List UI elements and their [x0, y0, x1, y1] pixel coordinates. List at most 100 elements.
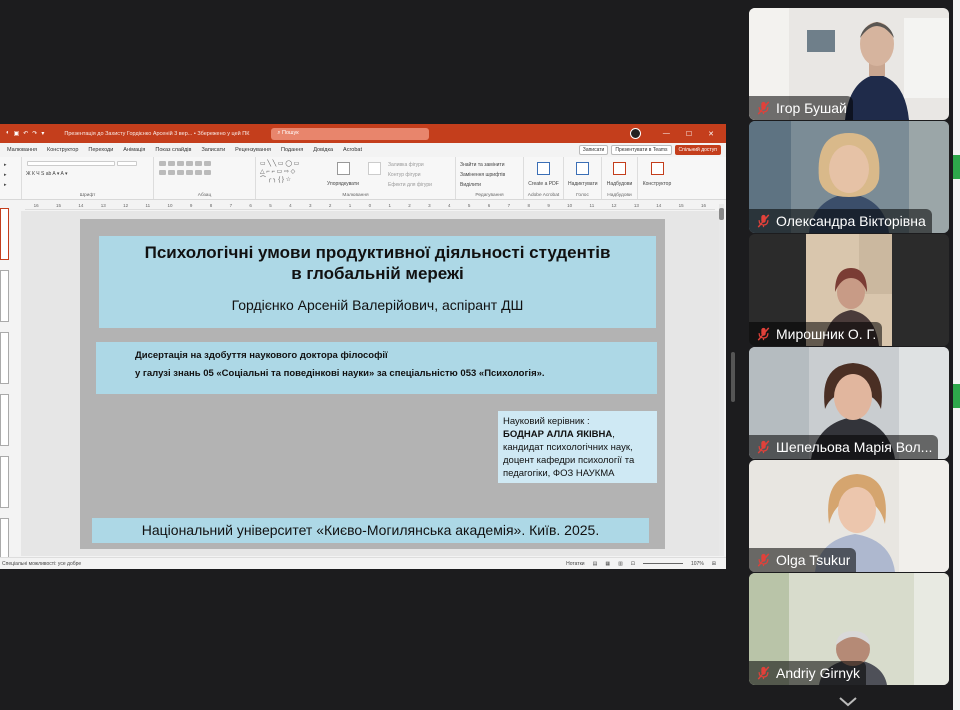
slide-thumbnail[interactable]	[0, 456, 9, 508]
fit-slide-icon[interactable]: ⊞	[712, 561, 716, 567]
select-button[interactable]: Виділити	[460, 180, 519, 190]
participant-tile[interactable]: Andriy Girnyk	[749, 573, 949, 685]
ruler-mark: 7	[229, 203, 233, 208]
editing-group-label: Редагування	[475, 193, 504, 198]
font-format-buttons[interactable]: Ж К Ч S ab A ▾ A ▾	[26, 169, 149, 179]
slide[interactable]: Психологічні умови продуктивної діяльнос…	[80, 219, 665, 549]
font-size-dropdown[interactable]	[117, 161, 137, 166]
supervisor-name: БОДНАР АЛЛА ЯКІВНА	[503, 429, 613, 440]
reading-view-icon[interactable]: ▥	[618, 561, 623, 567]
zoom-slider[interactable]	[643, 563, 683, 564]
vertical-scrollbar[interactable]	[719, 204, 724, 556]
quick-access-toolbar: ◐ ▣ ↶ ↷ ▾	[6, 130, 44, 137]
font-name-dropdown[interactable]	[27, 161, 115, 166]
shape-fill-button[interactable]: Заливка фігури	[388, 160, 450, 170]
panel-splitter[interactable]	[731, 352, 735, 402]
quick-styles-icon[interactable]	[367, 162, 381, 175]
user-avatar[interactable]	[629, 128, 641, 139]
participant-tile[interactable]: Ігор Бушай	[749, 8, 949, 120]
slide-thumbnail[interactable]	[0, 332, 9, 384]
ruler-mark: 12	[123, 203, 129, 208]
arrange-button[interactable]: Упорядкувати	[326, 179, 360, 189]
tab-acrobat[interactable]: Acrobat	[338, 147, 367, 153]
present-teams-button[interactable]: Презентувати в Teams	[611, 145, 672, 155]
tab-view[interactable]: Подання	[276, 147, 308, 153]
supervisor-box[interactable]: Науковий керівник : БОДНАР АЛЛА ЯКІВНА, …	[498, 411, 657, 483]
normal-view-icon[interactable]: ▤	[593, 561, 598, 567]
scroll-thumb[interactable]	[719, 208, 724, 220]
customize-icon[interactable]: ▾	[41, 130, 44, 137]
muted-mic-icon	[757, 666, 770, 680]
dictate-button[interactable]: Надиктувати	[568, 179, 598, 189]
ruler-mark: 5	[467, 203, 471, 208]
maximize-icon[interactable]: ☐	[686, 130, 692, 138]
autosave-icon[interactable]: ◐	[6, 130, 10, 137]
participant-tile[interactable]: Олександра Вікторівна	[749, 121, 949, 233]
shape-effects-button[interactable]: Ефекти для фігури	[388, 180, 450, 190]
tab-animations[interactable]: Анімація	[118, 147, 150, 153]
tab-transitions[interactable]: Переходи	[83, 147, 118, 153]
save-icon[interactable]: ▣	[14, 130, 20, 137]
slide-thumbnail[interactable]	[0, 208, 9, 260]
participant-tile[interactable]: Мирошник О. Г.	[749, 234, 949, 346]
create-pdf-button[interactable]: Create a PDF	[528, 179, 559, 189]
tab-record[interactable]: Записати	[196, 147, 230, 153]
accessibility-status[interactable]: Спеціальні можливості: усе добре	[2, 561, 81, 567]
participant-label: Andriy Girnyk	[749, 661, 867, 685]
ppt-status-bar: Спеціальні можливості: усе добре Нотатки…	[0, 557, 726, 569]
ribbon-group-addins: Надбудови Надбудови	[602, 157, 638, 199]
replace-fonts-button[interactable]: Замінення шрифтів	[460, 170, 519, 180]
shape-outline-button[interactable]: Контур фігури	[388, 170, 450, 180]
ruler-mark: 13	[633, 203, 639, 208]
tab-review[interactable]: Рецензування	[230, 147, 276, 153]
ruler-mark: 11	[589, 203, 595, 208]
find-replace-button[interactable]: Знайти та замінити	[460, 160, 519, 170]
slide-thumbnail[interactable]	[0, 270, 9, 322]
close-icon[interactable]: ✕	[708, 130, 714, 138]
record-button[interactable]: Записати	[578, 145, 609, 155]
participant-tile[interactable]: Olga Tsukur	[749, 460, 949, 572]
meeting-window: ◐ ▣ ↶ ↷ ▾ Презентація до Захисту Гордієн…	[0, 0, 960, 710]
tab-slideshow[interactable]: Показ слайдів	[150, 147, 196, 153]
designer-button[interactable]: Конструктор	[642, 179, 672, 189]
zoom-level[interactable]: 107%	[691, 561, 704, 567]
dissertation-box[interactable]: Дисертація на здобуття наукового доктора…	[96, 342, 657, 394]
shapes-gallery[interactable]: ▭ ╲ ╲ ▭ ◯ ▭ △ ⌐ ⌐ ▭ ⇨ ◇ ⌒ ╭ ╮ { } ☆	[260, 160, 322, 190]
tab-draw[interactable]: Малювання	[2, 147, 42, 153]
ruler-mark: 16	[33, 203, 39, 208]
tab-design[interactable]: Конструктор	[42, 147, 83, 153]
slide-thumbnails	[0, 206, 12, 569]
redo-icon[interactable]: ↷	[32, 130, 37, 137]
undo-icon[interactable]: ↶	[23, 130, 28, 137]
notes-button[interactable]: Нотатки	[566, 561, 584, 567]
slide-thumbnail[interactable]	[0, 394, 9, 446]
share-button[interactable]: Спільний доступ	[674, 145, 721, 155]
search-placeholder: Пошук	[282, 129, 299, 136]
participant-label: Олександра Вікторівна	[749, 209, 932, 233]
slide-title-line1: Психологічні умови продуктивної діяльнос…	[144, 243, 611, 262]
ribbon-group-editing: Знайти та замінити Замінення шрифтів Вид…	[456, 157, 524, 199]
addins-button[interactable]: Надбудови	[606, 179, 633, 189]
chevron-down-icon[interactable]	[838, 696, 858, 708]
slideshow-icon[interactable]: ⊡	[631, 561, 635, 567]
tab-help[interactable]: Довідка	[308, 147, 338, 153]
slide-sorter-icon[interactable]: ▦	[605, 561, 610, 567]
ribbon: ▸ ▸ ▸ Ж К Ч S ab A ▾ A ▾ Шрифт Абзац ▭ ╲ ╲…	[0, 157, 726, 200]
arrange-icon[interactable]	[336, 162, 350, 175]
create-pdf-icon[interactable]	[537, 162, 550, 175]
microphone-icon[interactable]	[576, 162, 589, 175]
slide-title-line2: в глобальній мережі	[291, 264, 464, 283]
ruler-mark: 13	[100, 203, 106, 208]
participant-name: Олександра Вікторівна	[776, 213, 926, 229]
designer-icon[interactable]	[650, 162, 664, 175]
addins-icon[interactable]	[613, 162, 626, 175]
university-box[interactable]: Національний університет «Києво-Могилянс…	[92, 518, 649, 543]
participant-tile[interactable]: Шепельова Марія Вол...	[749, 347, 949, 459]
ruler-mark: 15	[56, 203, 62, 208]
participant-label: Мирошник О. Г.	[749, 322, 883, 346]
ribbon-tabs: Малювання Конструктор Переходи Анімація …	[0, 143, 726, 157]
title-box[interactable]: Психологічні умови продуктивної діяльнос…	[99, 236, 656, 328]
muted-mic-icon	[757, 327, 770, 341]
minimize-icon[interactable]: —	[663, 130, 670, 138]
search-box[interactable]: ⌕ Пошук	[271, 127, 430, 140]
